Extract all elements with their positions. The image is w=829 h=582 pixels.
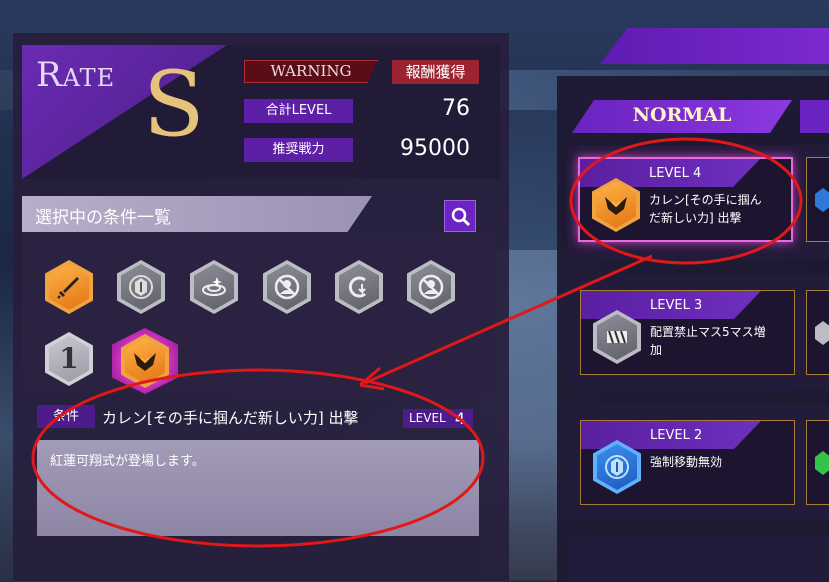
annotation-ellipse [31, 368, 485, 548]
annotation-ellipse [569, 137, 803, 265]
annotation-arrow-line [364, 254, 653, 385]
annotation-overlay [31, 137, 803, 548]
